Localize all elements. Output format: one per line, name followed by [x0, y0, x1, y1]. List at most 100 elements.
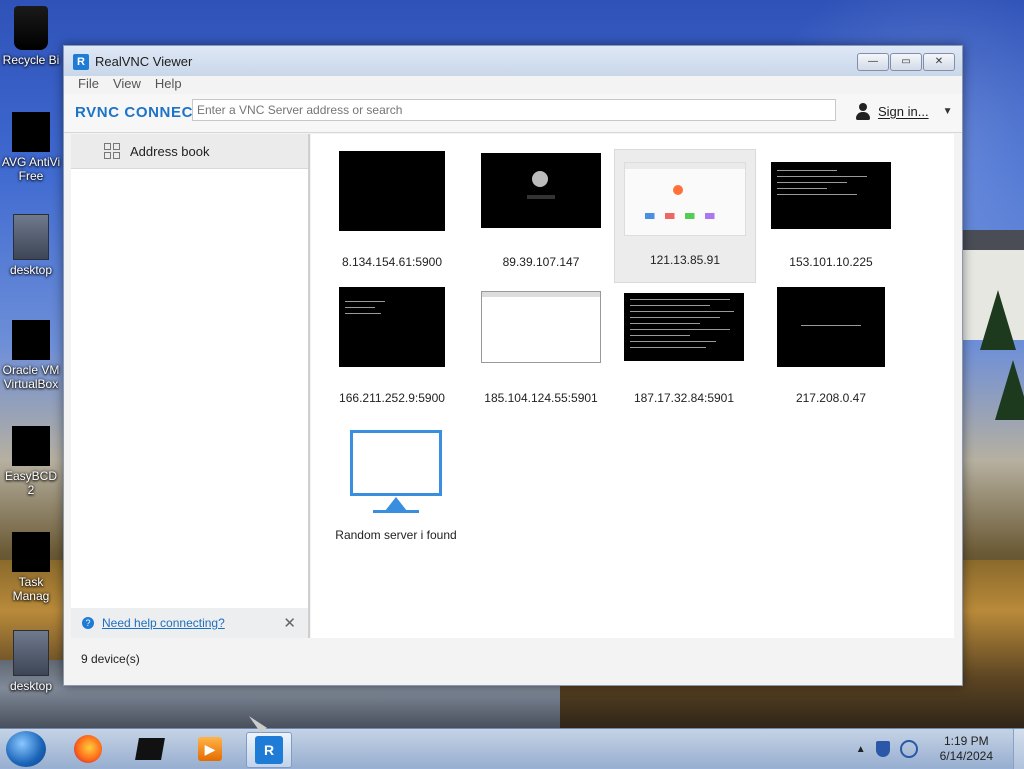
desktop-icon-easybcd[interactable]: EasyBCD 2 — [0, 426, 62, 497]
sign-in-button[interactable]: Sign in... ▼ — [854, 102, 953, 120]
network-icon[interactable] — [899, 740, 918, 758]
virtualbox-icon — [12, 320, 50, 360]
device-label: 153.101.10.225 — [789, 255, 873, 269]
device-label: Random server i found — [335, 528, 457, 542]
menu-file[interactable]: File — [78, 76, 99, 94]
realvnc-window: R RealVNC Viewer — ▭ ✕ File View Help RV… — [63, 45, 963, 686]
desktop-icon-recycle-bin[interactable]: Recycle Bi — [0, 6, 62, 67]
user-icon — [854, 102, 872, 120]
device-tile[interactable]: 217.208.0.47 — [761, 287, 901, 419]
device-thumbnail — [777, 287, 885, 367]
clock[interactable]: 1:19 PM 6/14/2024 — [940, 734, 993, 764]
menu-view[interactable]: View — [113, 76, 141, 94]
device-tile-selected[interactable]: 121.13.85.91 — [614, 149, 756, 283]
desktop-icon-task-manager[interactable]: Task Manag — [0, 532, 62, 603]
desktop-icon-avg[interactable]: AVG AntiVi Free — [0, 112, 62, 183]
device-tile[interactable]: Random server i found — [326, 424, 466, 556]
taskbar: ▶ R ▲ 1:19 PM 6/14/2024 — [0, 728, 1024, 769]
realvnc-icon: R — [255, 736, 283, 764]
device-thumbnail — [339, 151, 445, 231]
device-thumbnail — [771, 162, 891, 229]
minimize-button[interactable]: — — [857, 53, 889, 71]
grid-icon — [104, 143, 120, 159]
recycle-bin-icon — [14, 6, 48, 50]
media-player-icon: ▶ — [198, 737, 222, 761]
status-bar: 9 device(s) — [81, 652, 140, 666]
chevron-down-icon: ▼ — [942, 105, 953, 117]
password-field-mini — [527, 195, 555, 199]
taskbar-app[interactable] — [128, 732, 172, 766]
avatar-icon — [532, 171, 548, 187]
time: 1:19 PM — [943, 734, 989, 748]
device-tile[interactable]: 185.104.124.55:5901 — [471, 287, 611, 419]
sidebar-item-address-book[interactable]: Address book — [71, 134, 308, 169]
menu-bar: File View Help — [64, 76, 962, 94]
device-label: 185.104.124.55:5901 — [484, 391, 598, 405]
firefox-icon — [673, 185, 683, 195]
desktop-icon-virtualbox[interactable]: Oracle VM VirtualBox — [0, 320, 62, 391]
device-grid: 8.134.154.61:5900 89.39.107.147 121.13.8… — [311, 134, 954, 638]
realvnc-connect-logo: RVNC CONNECT — [75, 104, 203, 121]
firefox-icon — [74, 735, 102, 763]
tree — [995, 360, 1024, 420]
desktop-icon-label: Task Manag — [12, 575, 50, 603]
device-thumbnail — [481, 291, 601, 363]
taskbar-realvnc[interactable]: R — [246, 732, 292, 768]
document-icon — [13, 214, 49, 260]
monitor-stand — [385, 497, 407, 511]
window-title: RealVNC Viewer — [95, 54, 193, 69]
toolbar: RVNC CONNECT Sign in... ▼ — [64, 94, 962, 133]
sidebar-item-label: Address book — [130, 143, 210, 159]
show-desktop-button[interactable] — [1013, 729, 1024, 769]
desktop-icon-label: EasyBCD 2 — [4, 469, 57, 497]
device-tile[interactable]: 166.211.252.9:5900 — [322, 287, 462, 419]
device-tile[interactable]: 8.134.154.61:5900 — [322, 151, 462, 283]
device-tile[interactable]: 187.17.32.84:5901 — [614, 287, 754, 419]
desktop-icon-label: desktop — [9, 679, 53, 693]
device-label: 89.39.107.147 — [502, 255, 580, 269]
device-label: 166.211.252.9:5900 — [339, 391, 445, 405]
help-banner: ? Need help connecting? ✕ — [71, 608, 308, 638]
taskbar-firefox[interactable] — [66, 732, 110, 766]
desktop-icon-desktop-file-2[interactable]: desktop — [0, 630, 62, 693]
device-tile[interactable]: 153.101.10.225 — [761, 151, 901, 283]
close-help-icon[interactable]: ✕ — [283, 614, 296, 632]
show-hidden-icons-icon[interactable]: ▲ — [856, 744, 866, 755]
desktop-icon-label: AVG AntiVi Free — [1, 155, 61, 183]
device-thumbnail — [624, 162, 746, 236]
shield-icon[interactable] — [875, 741, 890, 757]
easybcd-icon — [12, 426, 50, 466]
device-label: 8.134.154.61:5900 — [341, 255, 443, 269]
device-thumbnail — [624, 293, 744, 361]
realvnc-logo-icon: R — [73, 54, 89, 70]
title-bar[interactable]: R RealVNC Viewer — ▭ ✕ — [64, 46, 962, 76]
sign-in-label: Sign in... — [878, 103, 929, 119]
date: 6/14/2024 — [939, 749, 993, 763]
system-tray: ▲ 1:19 PM 6/14/2024 — [856, 729, 1024, 769]
app-icon — [135, 738, 165, 760]
menu-help[interactable]: Help — [155, 76, 182, 94]
server-search-input[interactable] — [192, 99, 836, 121]
device-thumbnail — [481, 153, 601, 228]
desktop-icon-label: Oracle VM VirtualBox — [2, 363, 60, 391]
close-button[interactable]: ✕ — [923, 53, 955, 71]
device-tile[interactable]: 89.39.107.147 — [471, 151, 611, 283]
help-icon: ? — [82, 617, 94, 629]
device-label: 187.17.32.84:5901 — [633, 391, 735, 405]
maximize-button[interactable]: ▭ — [890, 53, 922, 71]
tree — [980, 290, 1016, 350]
sidebar: Address book ? Need help connecting? ✕ — [71, 134, 310, 638]
help-link[interactable]: Need help connecting? — [102, 616, 225, 630]
device-label: 217.208.0.47 — [795, 391, 867, 405]
document-icon — [13, 630, 49, 676]
device-label: 121.13.85.91 — [649, 253, 721, 267]
avg-antivirus-icon — [12, 112, 50, 152]
taskbar-media-player[interactable]: ▶ — [188, 732, 232, 766]
start-button[interactable] — [6, 731, 46, 767]
desktop-icon-label: desktop — [9, 263, 53, 277]
desktop-icon-desktop-file[interactable]: desktop — [0, 214, 62, 277]
desktop-icon-label: Recycle Bi — [2, 53, 60, 67]
task-manager-icon — [12, 532, 50, 572]
monitor-icon — [350, 430, 442, 496]
device-thumbnail — [339, 287, 445, 367]
